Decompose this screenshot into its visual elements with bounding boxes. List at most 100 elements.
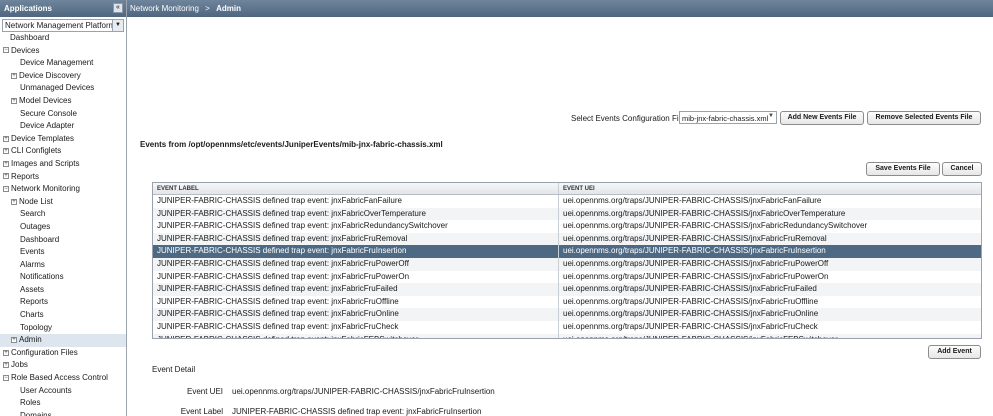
expand-icon[interactable]: + [11, 72, 17, 79]
collapse-icon[interactable]: − [3, 374, 9, 381]
expand-icon[interactable]: + [3, 135, 9, 142]
remove-events-file-button[interactable]: Remove Selected Events File [867, 111, 981, 125]
event-uei-cell: uei.opennms.org/traps/JUNIPER-FABRIC-CHA… [563, 233, 827, 243]
table-row[interactable]: JUNIPER-FABRIC-CHASSIS defined trap even… [153, 295, 981, 309]
tree-item[interactable]: − Network Monitoring [0, 183, 126, 196]
navigation-tree: Dashboard − Devices Device Management + Devic… [0, 32, 126, 416]
table-row[interactable]: JUNIPER-FABRIC-CHASSIS defined trap even… [153, 308, 981, 321]
tree-item[interactable]: + CLI Configlets [0, 145, 126, 158]
applications-header: Applications « [0, 0, 126, 17]
table-row[interactable]: JUNIPER-FABRIC-CHASSIS defined trap even… [153, 195, 981, 208]
application-select[interactable]: Network Management Platform ▼ [2, 19, 124, 32]
tree-item[interactable]: − Role Based Access Control [0, 372, 126, 385]
tree-item[interactable]: Secure Console [0, 108, 126, 121]
collapse-icon[interactable]: − [3, 47, 9, 54]
config-file-select[interactable]: mib-jnx-fabric-chassis.xml ▼ [679, 111, 777, 124]
tree-item[interactable]: Reports [0, 296, 126, 309]
tree-item[interactable]: Roles [0, 397, 126, 410]
tree-item[interactable]: + Configuration Files [0, 347, 126, 360]
tree-item[interactable]: Assets [0, 284, 126, 297]
tree-item-label: Device Templates [11, 133, 74, 143]
table-row[interactable]: JUNIPER-FABRIC-CHASSIS defined trap even… [153, 207, 981, 221]
grid-body: JUNIPER-FABRIC-CHASSIS defined trap even… [153, 195, 981, 338]
event-label-cell: JUNIPER-FABRIC-CHASSIS defined trap even… [153, 270, 559, 284]
event-detail-title: Event Detail [152, 365, 196, 374]
table-row[interactable]: JUNIPER-FABRIC-CHASSIS defined trap even… [153, 320, 981, 334]
breadcrumb-parent[interactable]: Network Monitoring [130, 4, 199, 13]
tree-item[interactable]: − Devices [0, 45, 126, 58]
event-uei-cell: uei.opennms.org/traps/JUNIPER-FABRIC-CHA… [563, 309, 819, 319]
tree-item[interactable]: + Images and Scripts [0, 158, 126, 171]
event-uei-cell: uei.opennms.org/traps/JUNIPER-FABRIC-CHA… [563, 208, 846, 218]
tree-item-label: Jobs [11, 360, 28, 370]
tree-item[interactable]: + Node List [0, 196, 126, 209]
main-content: Select Events Configuration File mib-jnx… [128, 17, 993, 416]
event-label-cell: JUNIPER-FABRIC-CHASSIS defined trap even… [153, 220, 559, 233]
expand-icon[interactable]: + [3, 362, 9, 369]
table-row[interactable]: JUNIPER-FABRIC-CHASSIS defined trap even… [153, 245, 981, 258]
tree-item[interactable]: + Device Templates [0, 133, 126, 146]
tree-item-label: Roles [20, 398, 41, 408]
config-file-select-value: mib-jnx-fabric-chassis.xml [682, 114, 769, 123]
event-label-cell: JUNIPER-FABRIC-CHASSIS defined trap even… [153, 195, 559, 208]
tree-item-label: Reports [11, 171, 40, 181]
tree-item[interactable]: Unmanaged Devices [0, 82, 126, 95]
applications-title: Applications [4, 4, 53, 13]
tree-item[interactable]: Charts [0, 309, 126, 322]
event-label-cell: JUNIPER-FABRIC-CHASSIS defined trap even… [153, 245, 559, 258]
save-events-file-button[interactable]: Save Events File [866, 162, 940, 176]
expand-icon[interactable]: + [11, 198, 17, 205]
column-header-event-label[interactable]: EVENT LABEL [153, 183, 559, 194]
collapse-panel-icon[interactable]: « [113, 3, 123, 13]
tree-item[interactable]: + Jobs [0, 359, 126, 372]
tree-item[interactable]: + Device Discovery [0, 70, 126, 83]
tree-item-label: Device Adapter [20, 121, 75, 131]
expand-icon[interactable]: + [3, 349, 9, 356]
tree-item[interactable]: Alarms [0, 259, 126, 272]
tree-item[interactable]: Search [0, 208, 126, 221]
tree-item[interactable]: + Reports [0, 171, 126, 184]
tree-item[interactable]: Device Adapter [0, 120, 126, 133]
cancel-button[interactable]: Cancel [942, 162, 982, 176]
tree-item[interactable]: Dashboard [0, 32, 126, 45]
expand-icon[interactable]: + [11, 97, 17, 104]
tree-item[interactable]: + Model Devices [0, 95, 126, 108]
tree-item[interactable]: Device Management [0, 57, 126, 70]
event-uei-cell: uei.opennms.org/traps/JUNIPER-FABRIC-CHA… [563, 258, 829, 268]
expand-icon[interactable]: + [3, 160, 9, 167]
add-events-file-button[interactable]: Add New Events File [780, 111, 864, 125]
tree-item[interactable]: Outages [0, 221, 126, 234]
event-label-cell: JUNIPER-FABRIC-CHASSIS defined trap even… [153, 308, 559, 321]
table-row[interactable]: JUNIPER-FABRIC-CHASSIS defined trap even… [153, 257, 981, 271]
event-label-cell: JUNIPER-FABRIC-CHASSIS defined trap even… [153, 232, 559, 246]
table-row[interactable]: JUNIPER-FABRIC-CHASSIS defined trap even… [153, 270, 981, 284]
collapse-icon[interactable]: − [3, 186, 9, 193]
tree-item[interactable]: Events [0, 246, 126, 259]
tree-item-label: Network Monitoring [11, 184, 80, 194]
event-uei-cell: uei.opennms.org/traps/JUNIPER-FABRIC-CHA… [563, 296, 819, 306]
column-header-event-uei[interactable]: EVENT UEI [559, 183, 981, 194]
left-navigation-panel: Applications « Network Management Platfo… [0, 0, 127, 416]
table-row[interactable]: JUNIPER-FABRIC-CHASSIS defined trap even… [153, 333, 981, 338]
tree-item[interactable]: User Accounts [0, 385, 126, 398]
tree-item[interactable]: Dashboard [0, 234, 126, 247]
tree-item[interactable]: Notifications [0, 271, 126, 284]
expand-icon[interactable]: + [3, 148, 9, 155]
tree-item-label: Configuration Files [11, 347, 78, 357]
tree-item[interactable]: Topology [0, 322, 126, 335]
application-select-value: Network Management Platform [5, 21, 116, 30]
event-uei-cell: uei.opennms.org/traps/JUNIPER-FABRIC-CHA… [563, 196, 822, 205]
event-label-value: JUNIPER-FABRIC-CHASSIS defined trap even… [232, 407, 482, 416]
table-row[interactable]: JUNIPER-FABRIC-CHASSIS defined trap even… [153, 232, 981, 246]
table-row[interactable]: JUNIPER-FABRIC-CHASSIS defined trap even… [153, 220, 981, 233]
tree-item-label: Search [20, 209, 46, 219]
expand-icon[interactable]: + [3, 173, 9, 180]
table-row[interactable]: JUNIPER-FABRIC-CHASSIS defined trap even… [153, 283, 981, 296]
chevron-down-icon: ▼ [112, 20, 123, 31]
tree-item[interactable]: + Admin [0, 334, 126, 347]
tree-item[interactable]: Domains [0, 410, 126, 416]
event-uei-cell: uei.opennms.org/traps/JUNIPER-FABRIC-CHA… [563, 246, 826, 256]
tree-item-label: Topology [20, 322, 53, 332]
expand-icon[interactable]: + [11, 337, 17, 344]
add-event-button[interactable]: Add Event [928, 345, 981, 359]
